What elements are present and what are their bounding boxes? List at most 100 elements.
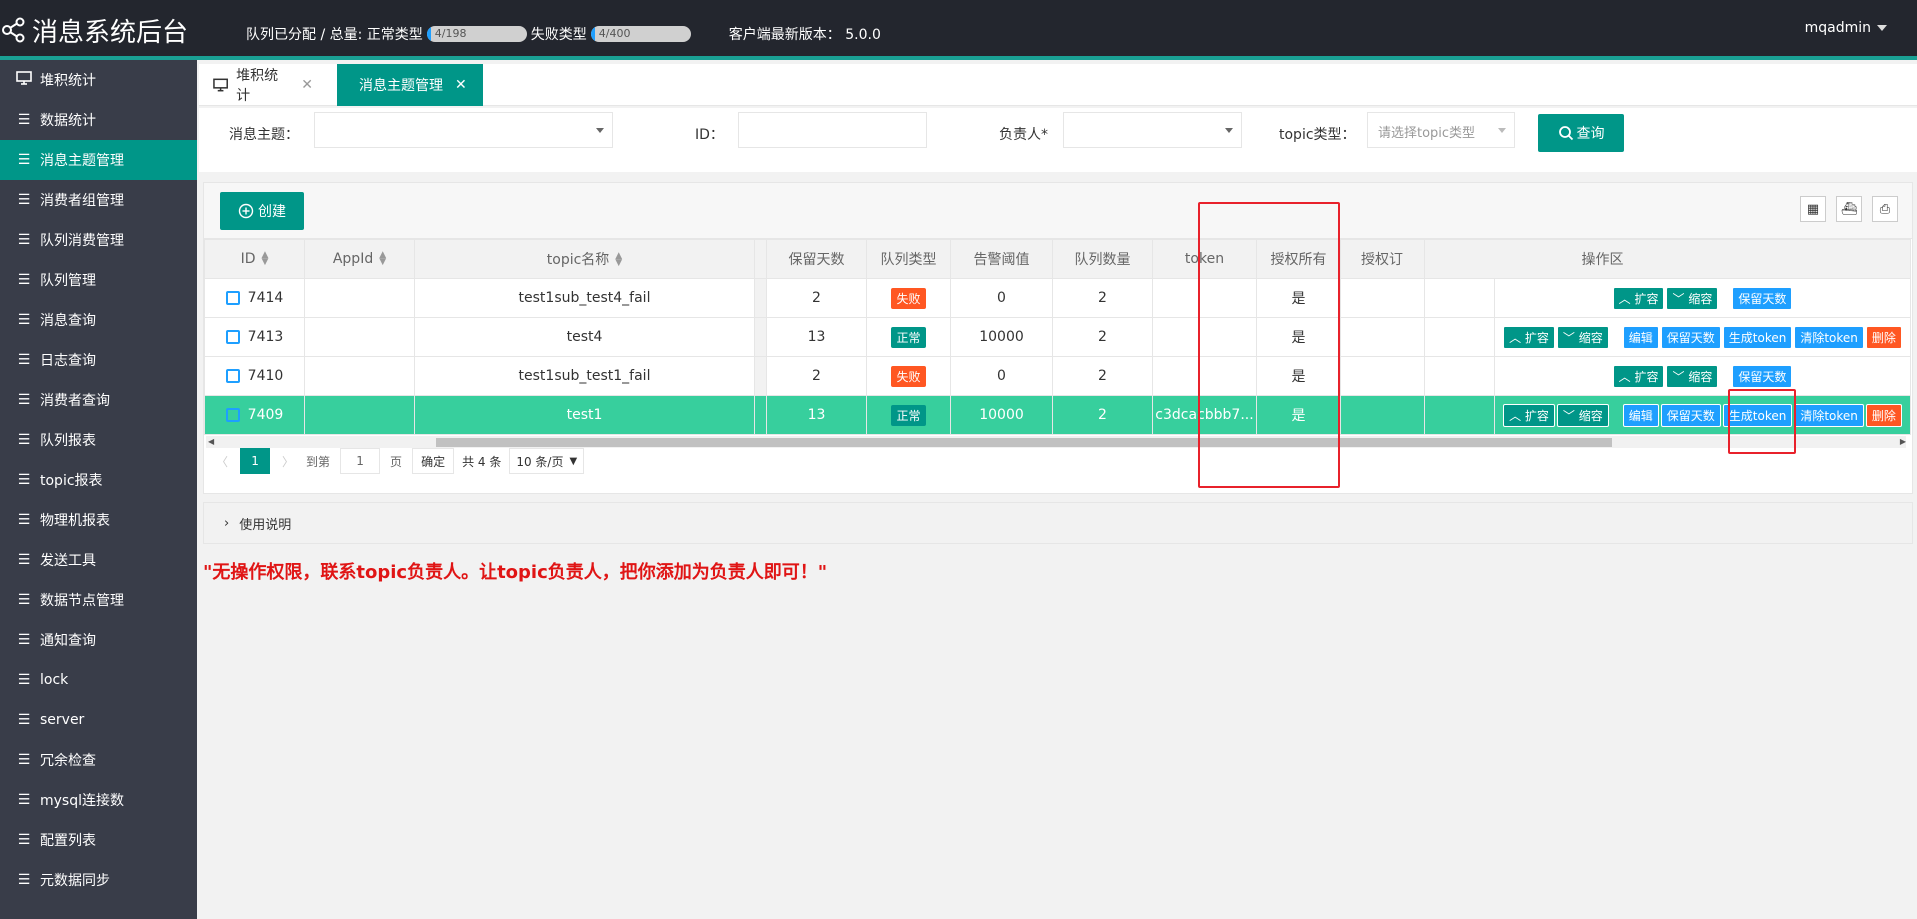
shrink-button[interactable]: ﹀ 缩容 [1666,286,1719,310]
table-row[interactable]: 7410 test1sub_test1_fail 2 失败 0 2 是 ︿ 扩容 ﹀ 缩容 保留天… [204,356,1911,396]
action-label: 删除 [1871,408,1896,423]
scroll-left-icon[interactable]: ◀ [208,437,214,446]
sidebar-item[interactable]: 堆积统计 [0,60,197,100]
edit-button[interactable]: 编辑 [1622,403,1659,427]
chevron-up-icon: ︿ [1509,330,1525,345]
list-icon: ☰ [17,392,31,408]
cell-gap [754,278,767,318]
goto-confirm-button[interactable]: 确定 [412,448,455,474]
col-appid[interactable]: AppId ▲ ▼ [304,239,415,279]
sidebar-item[interactable]: ☰ 队列管理 [0,260,197,300]
usage-instructions[interactable]: › 使用说明 [203,502,1913,544]
scroll-thumb[interactable] [436,438,1612,447]
table-row[interactable]: 7414 test1sub_test4_fail 2 失败 0 2 是 ︿ 扩容 ﹀ 缩容 保留天… [204,278,1911,318]
sidebar-item[interactable]: ☰ 配置列表 [0,820,197,860]
tab-topic-management[interactable]: 消息主题管理 ✕ [337,64,483,106]
queue-type-badge: 失败 [891,287,926,309]
detail-icon[interactable] [225,408,240,422]
query-button[interactable]: 查询 [1538,114,1624,152]
action-label: 编辑 [1628,408,1653,423]
clear-token-button[interactable]: 清除token [1794,403,1864,427]
cell-id: 7409 [204,395,305,435]
sidebar-item[interactable]: ☰ 队列报表 [0,420,197,460]
create-label: 创建 [258,204,286,220]
delete-button[interactable]: 删除 [1865,403,1902,427]
retention-days-button[interactable]: 保留天数 [1732,286,1793,310]
topic-table-panel: 创建 ▦ ⛴ ⎙ ID ▲ ▼ AppId ▲ ▼ topic名称 ▲ ▼ 保留天数 队列类… [203,182,1913,494]
topic-select[interactable] [314,112,613,148]
owner-select[interactable] [1063,112,1242,148]
expand-button[interactable]: ︿ 扩容 [1612,364,1665,388]
list-icon: ☰ [17,272,31,288]
horizontal-scrollbar[interactable]: ◀ ▶ [206,436,1906,448]
sidebar-item-label: 配置列表 [40,833,96,849]
sidebar-item[interactable]: ☰ 数据统计 [0,100,197,140]
page-size-select[interactable]: 10 条/页 ▼ [509,448,585,474]
sidebar-item-label: 数据统计 [40,113,96,129]
table-row[interactable]: 7413 test4 13 正常 10000 2 是 ︿ 扩容 ﹀ 缩容 编辑 保留天数 生成toke… [204,317,1911,357]
user-menu[interactable]: mqadmin [1805,20,1887,36]
action-label: 保留天数 [1666,408,1715,423]
delete-button[interactable]: 删除 [1865,325,1902,349]
scroll-right-icon[interactable]: ▶ [1900,437,1906,446]
sort-icon[interactable]: ▲ ▼ [615,252,622,268]
sidebar-item[interactable]: ☰ 消息主题管理 [0,140,197,180]
goto-page-input[interactable]: 1 [340,448,381,474]
col-topic-name[interactable]: topic名称 ▲ ▼ [414,239,755,279]
sidebar-item[interactable]: ☰ 数据节点管理 [0,580,197,620]
list-icon: ☰ [17,792,31,808]
fail-queue-progress-fill [590,26,595,42]
print-icon[interactable]: ⎙ [1872,196,1898,222]
edit-button[interactable]: 编辑 [1622,325,1659,349]
sort-icon[interactable]: ▲ ▼ [379,251,386,267]
retention-days-button[interactable]: 保留天数 [1660,403,1721,427]
expand-button[interactable]: ︿ 扩容 [1503,403,1555,427]
generate-token-button[interactable]: 生成token [1722,325,1793,349]
tab-backlog-stats[interactable]: 堆积统计 ✕ [199,64,327,106]
sidebar-item[interactable]: ☰ server [0,700,197,740]
action-label: 缩容 [1688,369,1713,384]
retention-days-button[interactable]: 保留天数 [1660,325,1721,349]
action-label: 扩容 [1524,330,1549,345]
sidebar-item[interactable]: ☰ topic报表 [0,460,197,500]
columns-filter-icon[interactable]: ▦ [1800,196,1826,222]
export-icon[interactable]: ⛴ [1836,196,1862,222]
detail-icon[interactable] [225,369,240,383]
detail-icon[interactable] [225,330,240,344]
sidebar-item[interactable]: ☰ 元数据同步 [0,860,197,900]
col-id[interactable]: ID ▲ ▼ [204,239,305,279]
shrink-button[interactable]: ﹀ 缩容 [1556,403,1609,427]
sidebar-item[interactable]: ☰ mysql连接数 [0,780,197,820]
close-icon[interactable]: ✕ [301,77,313,93]
detail-icon[interactable] [225,291,240,305]
expand-button[interactable]: ︿ 扩容 [1612,286,1665,310]
sidebar-item[interactable]: ☰ 消费者查询 [0,380,197,420]
sidebar-item[interactable]: ☰ 物理机报表 [0,500,197,540]
next-page-icon[interactable]: 〉 [282,453,294,470]
sort-icon[interactable]: ▲ ▼ [262,251,269,267]
sidebar-item[interactable]: ☰ 日志查询 [0,340,197,380]
close-icon[interactable]: ✕ [455,77,467,93]
table-row[interactable]: 7409 test1 13 正常 10000 2 c3dcacbbb7... 是 ︿ 扩容 ﹀ 缩… [204,395,1911,435]
shrink-button[interactable]: ﹀ 缩容 [1556,325,1609,349]
sidebar-item[interactable]: ☰ 消费者组管理 [0,180,197,220]
sidebar-item[interactable]: ☰ 通知查询 [0,620,197,660]
sidebar-item[interactable]: ☰ lock [0,660,197,700]
shrink-button[interactable]: ﹀ 缩容 [1666,364,1719,388]
username: mqadmin [1804,20,1871,36]
sidebar-item[interactable]: ☰ 消息查询 [0,300,197,340]
sidebar-item[interactable]: ☰ 冗余检查 [0,740,197,780]
cell-topic-name: test1sub_test1_fail [414,356,755,396]
page-1-button[interactable]: 1 [240,448,271,474]
list-icon: ☰ [17,872,31,888]
create-button[interactable]: 创建 [220,192,304,230]
chevron-down-icon: ﹀ [1562,330,1579,345]
clear-token-button[interactable]: 清除token [1794,325,1864,349]
prev-page-icon[interactable]: 〈 [216,453,228,470]
sidebar-item[interactable]: ☰ 发送工具 [0,540,197,580]
topic-type-select[interactable]: 请选择topic类型 [1367,112,1515,148]
retention-days-button[interactable]: 保留天数 [1732,364,1793,388]
id-input[interactable] [738,112,927,148]
expand-button[interactable]: ︿ 扩容 [1503,325,1555,349]
sidebar-item[interactable]: ☰ 队列消费管理 [0,220,197,260]
